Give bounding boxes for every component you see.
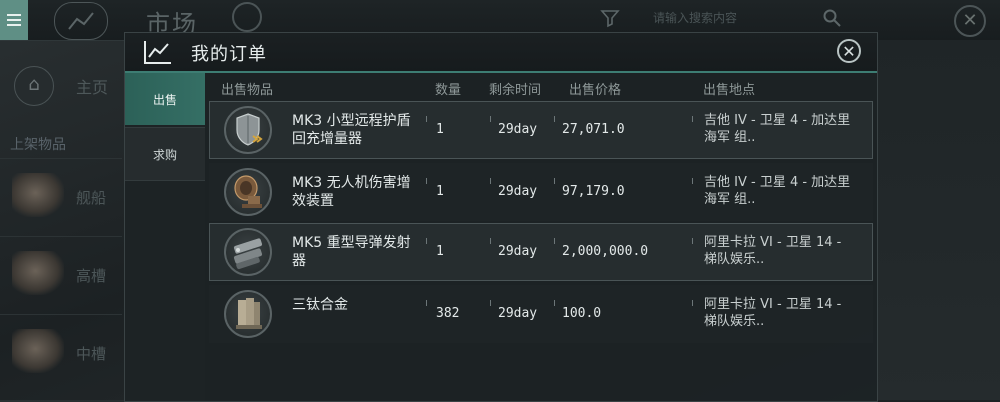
remaining-time: 29day: [498, 244, 538, 259]
column-header-quantity: 数量: [435, 83, 462, 98]
orders-table: 出售物品 数量 剩余时间 出售价格 出售地点 MK3 小型远程护盾回充增量器 1…: [207, 73, 877, 401]
market-close-icon[interactable]: ✕: [954, 5, 986, 37]
order-row[interactable]: MK3 小型远程护盾回充增量器 1 29day 27,071.0 吉他 IV -…: [209, 101, 873, 159]
missile-launcher-icon: [224, 228, 272, 276]
price: 2,000,000.0: [562, 244, 649, 259]
search-icon[interactable]: [822, 8, 842, 33]
dialog-title: 我的订单: [191, 44, 267, 65]
quantity: 1: [436, 122, 444, 137]
category-label: 舰船: [76, 189, 107, 207]
location: 吉他 IV - 卫星 4 - 加达里海军 组..: [704, 113, 851, 145]
market-right-panel: [878, 40, 1000, 400]
tritanium-icon: [224, 290, 272, 338]
category-ships[interactable]: 舰船: [0, 158, 122, 235]
tab-label: 出售: [152, 92, 177, 107]
tab-buy[interactable]: 求购: [125, 127, 205, 181]
high-slot-icon: [12, 251, 64, 295]
ship-icon: [12, 173, 64, 217]
order-row[interactable]: 三钛合金 382 29day 100.0 阿里卡拉 VI - 卫星 14 - 梯…: [209, 285, 873, 343]
category-label: 中槽: [76, 345, 107, 363]
tab-sell[interactable]: 出售: [125, 73, 205, 125]
close-icon[interactable]: ✕: [837, 39, 861, 63]
location: 阿里卡拉 VI - 卫星 14 - 梯队娱乐..: [704, 235, 842, 267]
remaining-time: 29day: [498, 184, 538, 199]
column-header-item: 出售物品: [221, 83, 274, 98]
price: 100.0: [562, 306, 602, 321]
home-label: 主页: [76, 78, 109, 97]
my-orders-dialog: 我的订单 ✕ 出售 求购 出售物品 数量 剩余时间 出售价格 出售地点 MK3 …: [124, 32, 878, 402]
market-chart-icon[interactable]: [54, 2, 108, 40]
menu-icon[interactable]: [0, 0, 28, 40]
tab-label: 求购: [152, 147, 177, 162]
column-header-remaining: 剩余时间: [489, 83, 542, 98]
order-row[interactable]: MK5 重型导弹发射器 1 29day 2,000,000.0 阿里卡拉 VI …: [209, 223, 873, 281]
order-type-tabs: 出售 求购: [125, 73, 205, 401]
order-row[interactable]: MK3 无人机伤害增效装置 1 29day 97,179.0 吉他 IV - 卫…: [209, 163, 873, 221]
market-sidebar: ⌂ 主页 上架物品 舰船 高槽 中槽: [0, 40, 122, 400]
filter-icon[interactable]: [600, 8, 620, 28]
quantity: 1: [436, 244, 444, 259]
drone-damage-amplifier-icon: [224, 168, 272, 216]
shield-booster-icon: [224, 106, 272, 154]
location: 吉他 IV - 卫星 4 - 加达里海军 组..: [704, 175, 851, 207]
price: 27,071.0: [562, 122, 625, 137]
item-name: MK5 重型导弹发射器: [292, 235, 411, 269]
price: 97,179.0: [562, 184, 625, 199]
quantity: 382: [436, 306, 460, 321]
category-mid-slot[interactable]: 中槽: [0, 314, 122, 391]
shelf-label: 上架物品: [10, 137, 66, 153]
remaining-time: 29day: [498, 306, 538, 321]
item-name: 三钛合金: [292, 297, 348, 313]
target-icon[interactable]: [232, 2, 262, 32]
orders-chart-icon: [143, 39, 173, 65]
column-header-location: 出售地点: [703, 83, 756, 98]
item-name: MK3 无人机伤害增效装置: [292, 175, 411, 209]
item-name: MK3 小型远程护盾回充增量器: [292, 113, 411, 147]
category-label: 高槽: [76, 267, 107, 285]
home-icon[interactable]: ⌂: [14, 66, 54, 106]
dialog-header: 我的订单 ✕: [125, 33, 877, 73]
location: 阿里卡拉 VI - 卫星 14 - 梯队娱乐..: [704, 297, 842, 329]
market-search-input[interactable]: 请输入搜索内容: [625, 6, 810, 30]
column-header-price: 出售价格: [569, 83, 622, 98]
quantity: 1: [436, 184, 444, 199]
remaining-time: 29day: [498, 122, 538, 137]
category-high-slot[interactable]: 高槽: [0, 236, 122, 313]
mid-slot-icon: [12, 329, 64, 373]
